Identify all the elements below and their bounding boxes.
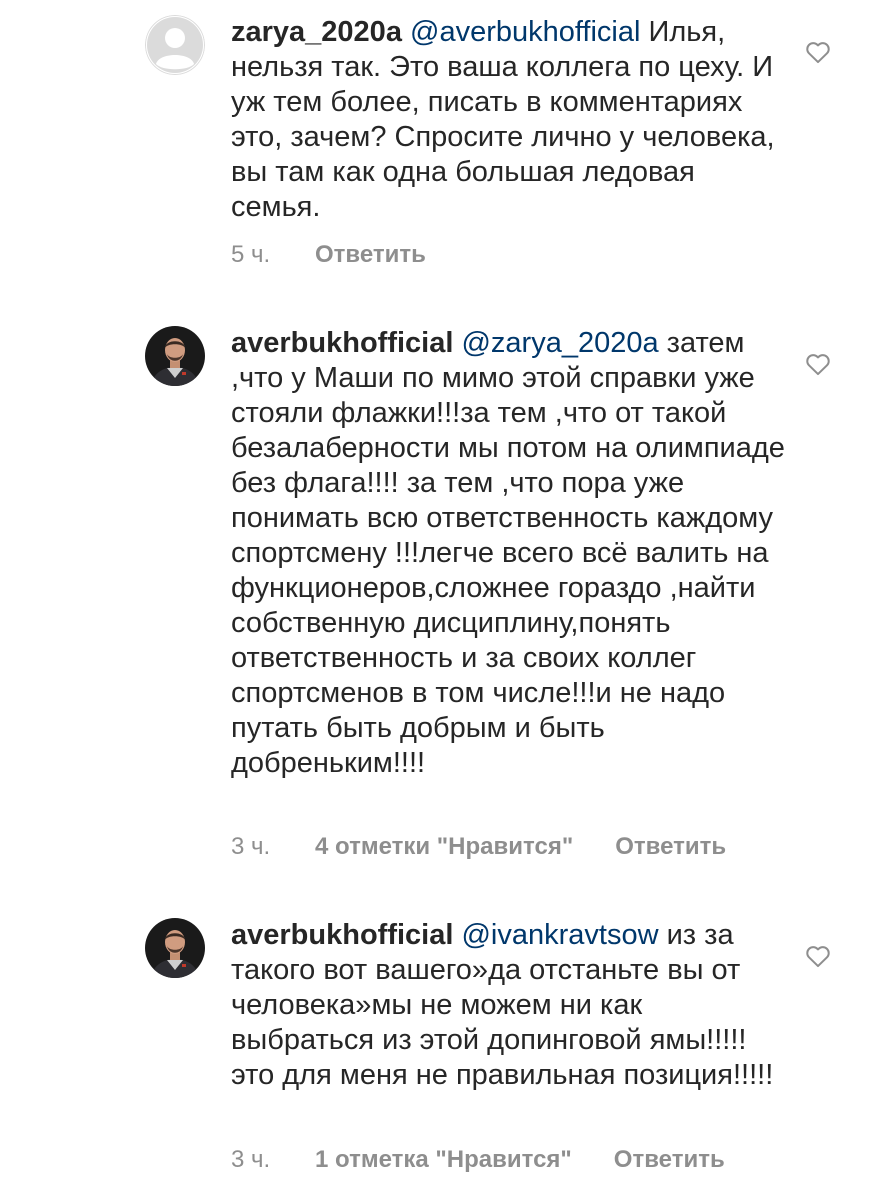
heart-outline-icon[interactable] — [804, 942, 832, 970]
comment-username[interactable]: averbukhofficial — [231, 919, 453, 951]
comment-meta: 3 ч. 4 отметки "Нравится" Ответить — [231, 832, 726, 862]
heart-outline-icon[interactable] — [804, 38, 832, 66]
default-avatar-icon[interactable] — [145, 15, 205, 75]
comment-body: averbukhofficial @ivankravtsow из за так… — [231, 918, 786, 1093]
comment-username[interactable]: zarya_2020a — [231, 16, 402, 48]
user-photo-avatar[interactable] — [145, 918, 205, 978]
comment-text: averbukhofficial @zarya_2020a затем ,что… — [231, 326, 786, 781]
reply-button[interactable]: Ответить — [315, 240, 426, 270]
comment-time: 3 ч. — [231, 833, 271, 860]
comment-time: 5 ч. — [231, 241, 271, 268]
comment-text: zarya_2020a @averbukhofficial Илья, нель… — [231, 15, 786, 225]
likes-count-link[interactable]: 1 отметка "Нравится" — [315, 1145, 572, 1175]
reply-button[interactable]: Ответить — [614, 1145, 725, 1175]
comment-meta: 5 ч. Ответить — [231, 240, 426, 270]
comment-meta: 3 ч. 1 отметка "Нравится" Ответить — [231, 1145, 725, 1175]
comment-body: averbukhofficial @zarya_2020a затем ,что… — [231, 326, 786, 781]
comment-text: averbukhofficial @ivankravtsow из за так… — [231, 918, 786, 1093]
comment-time: 3 ч. — [231, 1146, 271, 1173]
heart-outline-icon[interactable] — [804, 350, 832, 378]
comment-mention[interactable]: @zarya_2020a — [461, 327, 658, 359]
comment-body: zarya_2020a @averbukhofficial Илья, нель… — [231, 15, 786, 225]
comment-message: затем ,что у Маши по мимо этой справки у… — [231, 327, 785, 779]
user-photo-avatar[interactable] — [145, 326, 205, 386]
comment-mention[interactable]: @averbukhofficial — [410, 16, 640, 48]
comment-username[interactable]: averbukhofficial — [231, 327, 453, 359]
comment-mention[interactable]: @ivankravtsow — [461, 919, 658, 951]
reply-button[interactable]: Ответить — [615, 832, 726, 862]
likes-count-link[interactable]: 4 отметки "Нравится" — [315, 832, 573, 862]
